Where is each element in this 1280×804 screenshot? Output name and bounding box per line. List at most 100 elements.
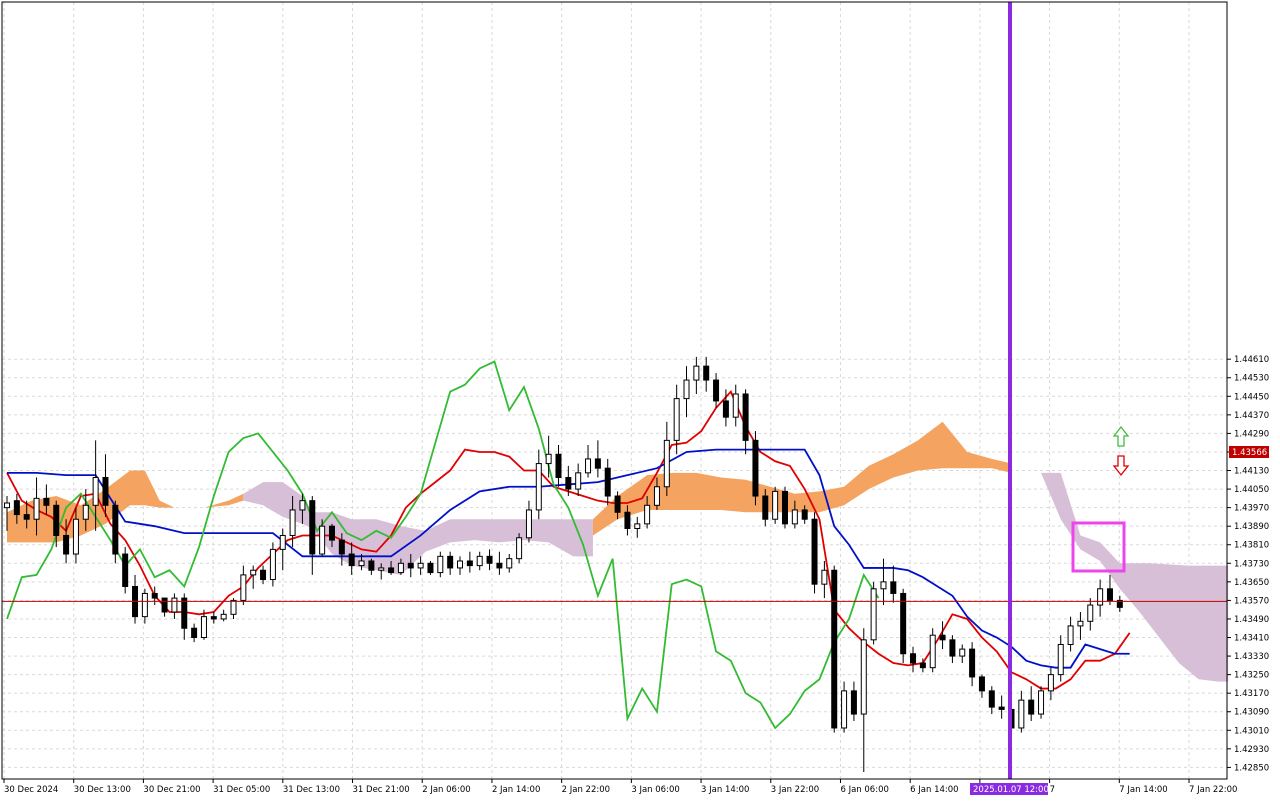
candle xyxy=(1038,686,1045,719)
candle xyxy=(210,612,217,624)
x-tick-label: 6 Jan 06:00 xyxy=(840,785,888,795)
y-tick-label: 1.43810 xyxy=(1234,541,1269,551)
candle xyxy=(604,458,611,506)
candle xyxy=(171,593,178,619)
x-tick-label: 2 Jan 22:00 xyxy=(562,785,610,795)
time-axis-ticks: 30 Dec 2024 30 Dec 13:00 30 Dec 21:00 31 De… xyxy=(3,779,1237,795)
candle-body xyxy=(161,597,168,613)
candle xyxy=(959,644,966,664)
candle xyxy=(466,551,473,573)
y-tick-label: 1.43570 xyxy=(1234,596,1269,606)
y-tick-label: 1.44450 xyxy=(1234,392,1269,402)
candle-body xyxy=(673,398,680,441)
candle-body xyxy=(407,562,414,569)
candle xyxy=(850,681,857,722)
candle-body xyxy=(614,495,621,513)
candle xyxy=(181,593,188,640)
candle-body xyxy=(1028,699,1035,715)
price-axis-ticks: 1.446101.445301.444501.443701.442901.442… xyxy=(1227,355,1269,773)
candle-body xyxy=(762,495,769,520)
candle-body xyxy=(900,592,907,655)
candle-body xyxy=(919,662,926,669)
x-tick-label: 7 Jan 14:00 xyxy=(1119,785,1167,795)
candle xyxy=(988,686,995,715)
candle-body xyxy=(624,511,631,530)
candle-body xyxy=(781,490,788,525)
candle xyxy=(929,628,936,673)
y-tick-label: 1.43330 xyxy=(1234,652,1269,662)
candle xyxy=(781,486,788,529)
candle-body xyxy=(959,648,966,657)
candle-body xyxy=(358,560,365,567)
candle-body xyxy=(575,472,582,490)
candle xyxy=(496,551,503,575)
candle-body xyxy=(4,502,10,509)
candle xyxy=(742,389,749,455)
candle-body xyxy=(791,509,798,525)
candle-body xyxy=(929,634,936,669)
candle-body xyxy=(92,476,99,506)
candle-body xyxy=(506,558,513,569)
candle-body xyxy=(63,534,70,555)
candle-body xyxy=(722,400,729,418)
candle-body xyxy=(634,523,641,530)
candle-body xyxy=(644,504,651,525)
x-tick-label: 3 Jan 14:00 xyxy=(701,785,749,795)
x-tick-label: 3 Jan 22:00 xyxy=(771,785,819,795)
candle xyxy=(437,551,444,578)
y-tick-label: 1.43250 xyxy=(1234,671,1269,681)
x-tick-label: 6 Jan 14:00 xyxy=(910,785,958,795)
candle-body xyxy=(112,504,119,555)
x-tick-label: 3 Jan 06:00 xyxy=(631,785,679,795)
y-tick-label: 1.43650 xyxy=(1234,578,1269,588)
candle-body xyxy=(752,439,759,497)
candle xyxy=(890,565,897,603)
ichimoku-chart[interactable]: 1.446101.445301.444501.443701.442901.442… xyxy=(0,0,1280,800)
arrow-down-icon xyxy=(1112,455,1130,477)
candle-body xyxy=(703,365,710,381)
y-tick-label: 1.44530 xyxy=(1234,374,1269,384)
candle xyxy=(1018,690,1025,733)
candle-body xyxy=(250,569,257,576)
overlays xyxy=(2,2,1227,779)
y-tick-label: 1.44370 xyxy=(1234,411,1269,421)
candle-body xyxy=(742,393,749,441)
candle-body xyxy=(988,690,995,708)
candle-body xyxy=(191,627,198,639)
candle xyxy=(575,463,582,497)
candle xyxy=(1028,686,1035,722)
candle xyxy=(457,556,464,575)
candle-body xyxy=(53,504,60,536)
y-tick-label: 1.42930 xyxy=(1234,745,1269,755)
candle-body xyxy=(663,439,670,488)
candle xyxy=(525,500,532,543)
candle-body xyxy=(821,569,828,585)
candle-body xyxy=(693,365,700,381)
candle xyxy=(1106,574,1113,606)
candle xyxy=(585,445,592,478)
candle-body xyxy=(210,616,217,620)
candle-body xyxy=(289,509,296,536)
x-tick-label: 7 xyxy=(1050,785,1055,795)
x-tick-label: 2 Jan 06:00 xyxy=(422,785,470,795)
candle xyxy=(506,554,513,573)
candle xyxy=(900,588,907,664)
candle-body xyxy=(525,509,532,539)
vline-time-label: 2025.01.07 12:00 xyxy=(973,785,1049,795)
candle-body xyxy=(585,458,592,474)
candle-body xyxy=(1057,643,1064,676)
chart-canvas[interactable]: 1.446101.445301.444501.443701.442901.442… xyxy=(0,0,1280,800)
y-tick-label: 1.43490 xyxy=(1234,615,1269,625)
candle-body xyxy=(319,525,326,555)
candle xyxy=(998,695,1005,719)
candle-body xyxy=(545,453,552,465)
candle xyxy=(516,533,523,564)
candle-body xyxy=(269,548,276,581)
candle xyxy=(279,528,286,571)
candle-body xyxy=(220,613,227,620)
candle-body xyxy=(141,592,148,618)
candle-body xyxy=(200,616,207,639)
candle xyxy=(831,565,838,733)
candle-body xyxy=(43,497,50,506)
candle xyxy=(910,646,917,673)
